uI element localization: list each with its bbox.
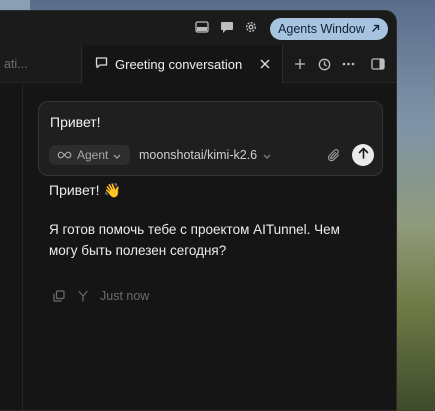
plus-icon[interactable] [292, 56, 308, 72]
infinity-icon [57, 148, 72, 162]
close-icon[interactable] [258, 57, 272, 71]
arrow-up-icon [358, 146, 369, 164]
layout-panel-icon[interactable] [194, 19, 210, 35]
app-window: Agents Window ati... Greeting conversati… [0, 10, 397, 411]
history-icon[interactable] [316, 56, 332, 72]
agent-mode-selector[interactable]: Agent [49, 145, 130, 165]
tab-previous[interactable]: ati... [0, 45, 82, 83]
chat-icon [95, 56, 108, 72]
composer[interactable]: Привет! Agent moonshotai/kimi-k2.6 [38, 101, 383, 176]
title-bar: Agents Window [0, 11, 396, 45]
arrow-up-right-icon [371, 22, 380, 36]
model-selector[interactable]: moonshotai/kimi-k2.6 [139, 145, 271, 165]
model-label: moonshotai/kimi-k2.6 [139, 148, 258, 162]
tab-bar: ati... Greeting conversation [0, 45, 396, 83]
chevron-down-icon [113, 148, 121, 162]
agents-window-label: Agents Window [278, 22, 365, 36]
tab-previous-label: ati... [4, 57, 28, 71]
paperclip-icon[interactable] [325, 146, 343, 164]
tab-greeting-conversation[interactable]: Greeting conversation [83, 45, 283, 83]
tab-active-label: Greeting conversation [115, 56, 243, 72]
gear-icon[interactable] [243, 19, 259, 35]
send-button[interactable] [352, 144, 374, 166]
sidebar-toggle-icon[interactable] [370, 56, 386, 72]
agents-window-button[interactable]: Agents Window [270, 18, 388, 40]
copy-icon[interactable] [52, 289, 66, 303]
assistant-message-body: Я готов помочь тебе с проектом AITunnel.… [49, 222, 340, 258]
sidebar-divider [22, 83, 23, 410]
chevron-down-icon [263, 148, 271, 162]
message-actions: Just now [52, 288, 149, 304]
more-icon[interactable] [340, 56, 356, 72]
fork-icon[interactable] [76, 289, 90, 303]
composer-input[interactable]: Привет! [50, 114, 101, 130]
agent-mode-label: Agent [77, 148, 109, 162]
message-timestamp: Just now [100, 289, 150, 303]
chat-bubble-icon[interactable] [219, 19, 235, 35]
assistant-greeting: Привет! 👋 [49, 182, 121, 198]
